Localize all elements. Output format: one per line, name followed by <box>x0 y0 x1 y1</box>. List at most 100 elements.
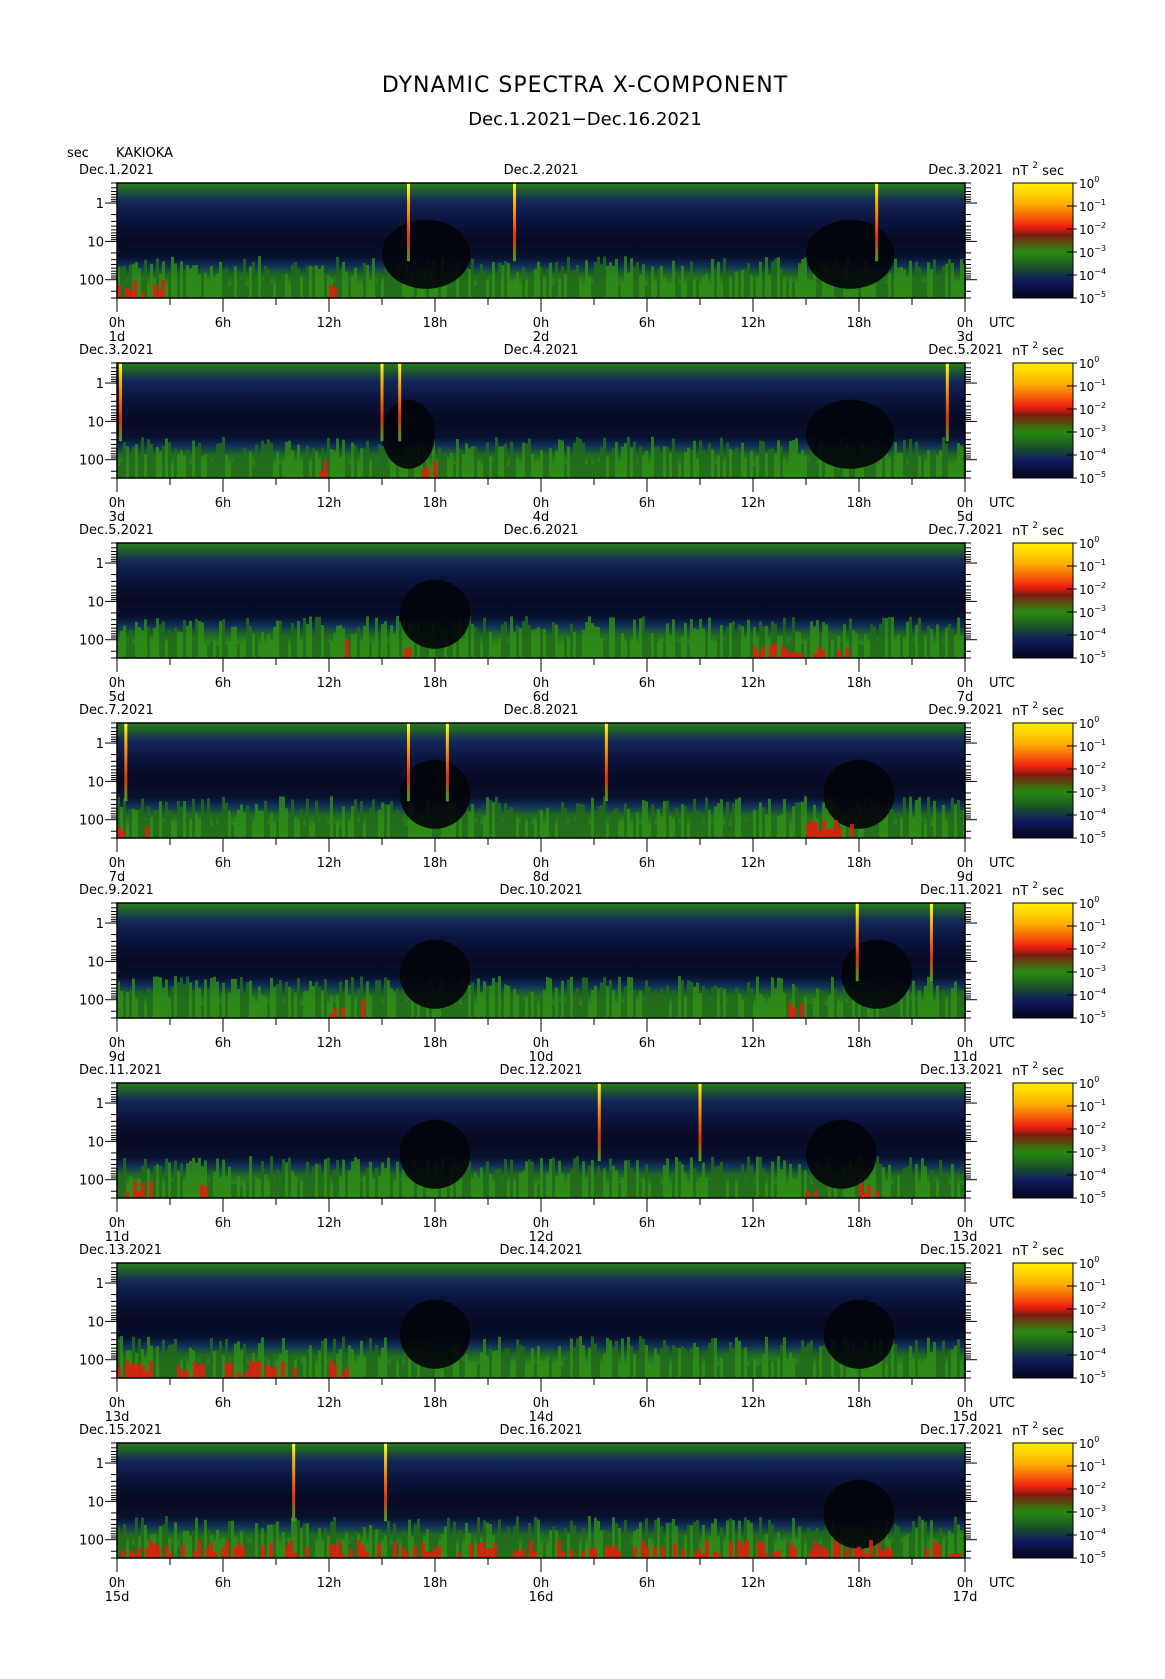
activity-column <box>348 281 351 298</box>
activity-column <box>216 1158 219 1198</box>
activity-column <box>912 1521 915 1558</box>
colorbar-tick-label: 10−2 <box>1079 581 1106 597</box>
activity-column <box>141 998 144 1018</box>
activity-column <box>714 1166 717 1198</box>
activity-column <box>630 1167 633 1198</box>
activity-column <box>699 1355 702 1378</box>
activity-column <box>351 1161 354 1198</box>
activity-column <box>177 272 180 298</box>
activity-column <box>600 982 603 1018</box>
activity-column <box>372 455 375 478</box>
activity-column <box>804 996 807 1018</box>
activity-column <box>537 460 540 478</box>
activity-column <box>387 278 390 298</box>
activity-column <box>795 1363 798 1378</box>
activity-column <box>891 276 894 298</box>
activity-column <box>219 815 222 838</box>
spike-event <box>398 363 402 442</box>
colorbar-tick-exp: 0 <box>1094 1075 1099 1084</box>
strong-power-patch <box>645 1546 649 1558</box>
activity-column <box>627 808 630 838</box>
activity-column <box>897 1525 900 1558</box>
activity-column <box>594 261 597 298</box>
x-tick-label: 0h <box>957 1036 974 1051</box>
activity-column <box>258 453 261 478</box>
activity-column <box>507 809 510 838</box>
strong-power-patch <box>493 1543 497 1558</box>
activity-column <box>948 1349 951 1378</box>
strong-power-patch <box>457 1552 461 1558</box>
activity-column <box>885 1365 888 1378</box>
activity-column <box>198 621 201 658</box>
activity-column <box>276 272 279 298</box>
colorbar-tick-base: 10 <box>1079 537 1094 551</box>
activity-column <box>324 979 327 1018</box>
activity-column <box>165 1158 168 1198</box>
activity-column <box>489 1174 492 1198</box>
station-label: KAKIOKA <box>116 146 173 161</box>
x-tick-label: 0h <box>533 1036 550 1051</box>
colorbar-tick-exp: −3 <box>1094 1504 1106 1513</box>
activity-column <box>897 267 900 298</box>
activity-column <box>882 617 885 658</box>
activity-column <box>585 1361 588 1378</box>
activity-column <box>537 810 540 838</box>
activity-column <box>759 993 762 1018</box>
colorbar-unit-suffix: sec <box>1038 1244 1064 1259</box>
activity-column <box>231 461 234 478</box>
activity-column <box>369 807 372 838</box>
activity-column <box>921 1158 924 1198</box>
activity-column <box>951 464 954 478</box>
activity-column <box>240 804 243 838</box>
activity-column <box>300 1005 303 1018</box>
activity-column <box>906 1166 909 1198</box>
strong-power-patch <box>773 1551 777 1558</box>
activity-column <box>315 800 318 838</box>
activity-column <box>753 1358 756 1378</box>
activity-column <box>915 261 918 298</box>
activity-column <box>597 993 600 1018</box>
activity-column <box>489 985 492 1018</box>
strong-power-patch <box>697 1548 701 1558</box>
activity-column <box>135 998 138 1018</box>
activity-column <box>756 1156 759 1198</box>
activity-column <box>930 825 933 838</box>
x-tick-label: 0h <box>109 676 126 691</box>
y-tick-label: 100 <box>79 994 104 1009</box>
strong-power-patch <box>269 1367 273 1378</box>
panel-end-date: Dec.3.2021 <box>928 163 1003 178</box>
colorbar-tick-label: 10−2 <box>1079 1481 1106 1497</box>
activity-column <box>216 443 219 478</box>
colorbar-tick-label: 100 <box>1079 535 1099 551</box>
activity-column <box>399 465 402 478</box>
spike-event <box>513 183 516 262</box>
activity-column <box>912 457 915 478</box>
activity-column <box>195 265 198 298</box>
colorbar-unit-suffix: sec <box>1038 1424 1064 1439</box>
activity-column <box>594 1343 597 1378</box>
activity-column <box>606 1337 609 1378</box>
activity-column <box>699 440 702 478</box>
activity-column <box>774 453 777 478</box>
activity-column <box>363 262 366 298</box>
activity-column <box>708 999 711 1018</box>
activity-column <box>900 817 903 838</box>
colorbar-tick-base: 10 <box>1079 629 1094 643</box>
activity-column <box>468 448 471 478</box>
activity-column <box>363 1175 366 1198</box>
activity-column <box>507 465 510 478</box>
colorbar-tick-base: 10 <box>1079 832 1094 846</box>
activity-column <box>636 998 639 1018</box>
activity-column <box>711 259 714 298</box>
activity-column <box>549 1158 552 1198</box>
activity-column <box>732 995 735 1018</box>
activity-column <box>162 1339 165 1378</box>
strong-power-patch <box>177 1365 181 1378</box>
strong-power-patch <box>377 1543 381 1558</box>
activity-column <box>801 1177 804 1198</box>
activity-column <box>873 626 876 658</box>
activity-column <box>255 1177 258 1198</box>
activity-column <box>762 1353 765 1378</box>
activity-column <box>720 1358 723 1378</box>
activity-column <box>939 994 942 1018</box>
